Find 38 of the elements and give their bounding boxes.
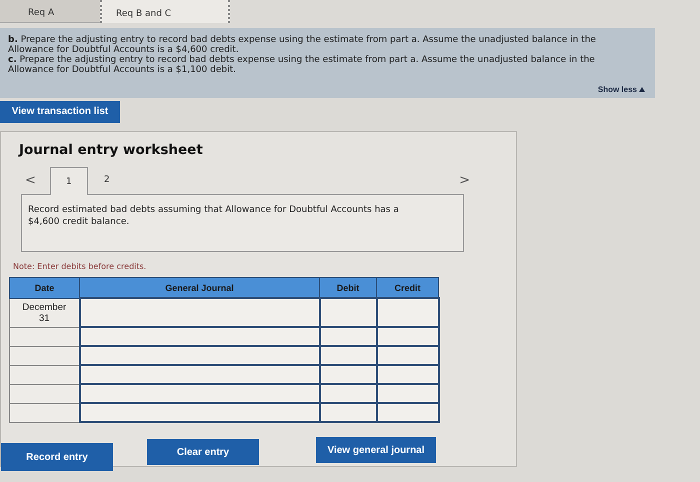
- show-less-link[interactable]: Show less: [598, 85, 645, 94]
- account-input-field[interactable]: [80, 328, 318, 345]
- debit-input-field[interactable]: [320, 328, 376, 345]
- account-input-field[interactable]: [80, 404, 318, 421]
- credit-input-field[interactable]: [378, 404, 438, 421]
- entry-description: Record estimated bad debts assuming that Allowance for Doubtful Accounts has a $4,600 credit balance.: [21, 194, 464, 252]
- view-transaction-list-button[interactable]: View transaction list: [0, 100, 120, 122]
- debit-input-field[interactable]: [320, 299, 376, 326]
- debit-input-field[interactable]: [320, 347, 376, 364]
- column-header: General Journal: [80, 278, 320, 298]
- debit-input-field[interactable]: [320, 366, 376, 383]
- date-cell: December 31: [10, 298, 80, 327]
- credit-input-field[interactable]: [378, 328, 438, 345]
- column-header: Credit: [376, 278, 438, 298]
- view-general-journal-button[interactable]: View general journal: [316, 437, 436, 463]
- debit-input-field[interactable]: [320, 385, 376, 402]
- instruction-text: c. Prepare the adjusting entry to record bad debts expense using the estimate from part a. Assume the unadjusted balance in the Allowance for Doubtful Accounts is a $1,100 debit.: [8, 55, 596, 75]
- requirement-tab[interactable]: Req B and C: [100, 0, 230, 23]
- column-header: Date: [10, 278, 80, 298]
- debit-input-field[interactable]: [320, 404, 376, 421]
- credit-input-field[interactable]: [378, 385, 438, 402]
- clear-entry-button[interactable]: Clear entry: [147, 439, 259, 465]
- entry-tab[interactable]: 1: [50, 167, 88, 195]
- account-input-field[interactable]: [80, 385, 318, 402]
- caret-icon: [639, 87, 645, 92]
- account-input-field[interactable]: [80, 366, 318, 383]
- credit-input-field[interactable]: [378, 366, 438, 383]
- worksheet-title: Journal entry worksheet: [19, 142, 204, 158]
- requirement-tab[interactable]: Req A: [0, 0, 100, 23]
- credit-input-field[interactable]: [378, 299, 438, 326]
- note-text: Note: Enter debits before credits.: [13, 262, 148, 271]
- account-input-field[interactable]: [80, 347, 318, 364]
- instruction-text: b. Prepare the adjusting entry to record bad debts expense using the estimate from part a. Assume the unadjusted balance in the Allowance for Doubtful Accounts is a $4,600 credit.: [8, 35, 597, 55]
- record-entry-button[interactable]: Record entry: [1, 443, 113, 471]
- entry-tab[interactable]: 2: [88, 166, 126, 194]
- credit-input-field[interactable]: [378, 347, 438, 364]
- account-input-field[interactable]: [80, 299, 318, 326]
- column-header: Debit: [320, 278, 376, 298]
